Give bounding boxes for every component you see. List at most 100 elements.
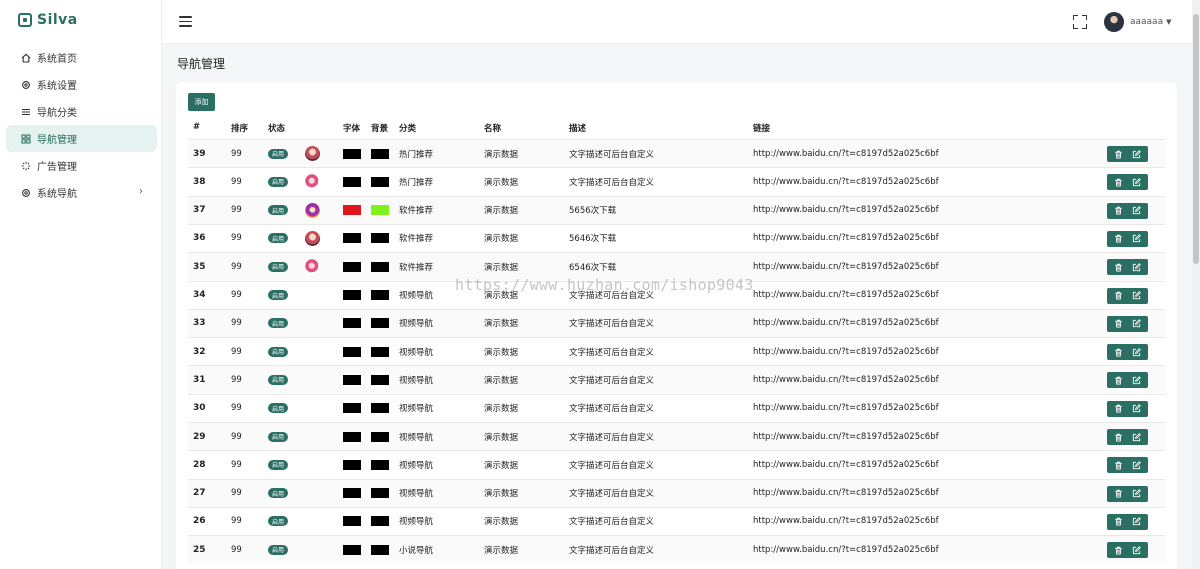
row-desc: 文字描述可后台自定义 <box>569 432 655 443</box>
row-actions <box>1107 287 1148 304</box>
edit-icon[interactable] <box>1129 515 1143 529</box>
user-menu[interactable]: aaaaaa ▼ <box>1104 12 1171 32</box>
edit-icon[interactable] <box>1129 373 1143 387</box>
edit-icon[interactable] <box>1129 543 1143 557</box>
item-icon <box>305 174 320 190</box>
edit-icon[interactable] <box>1129 402 1143 416</box>
row-link[interactable]: http://www.baidu.cn/?t=c8197d52a025c6bf <box>753 480 939 507</box>
bg-color-swatch <box>371 176 389 187</box>
row-link[interactable]: http://www.baidu.cn/?t=c8197d52a025c6bf <box>753 395 939 422</box>
delete-icon[interactable] <box>1112 232 1126 246</box>
status-badge[interactable]: 启用 <box>268 374 289 385</box>
row-actions <box>1107 174 1148 191</box>
row-link[interactable]: http://www.baidu.cn/?t=c8197d52a025c6bf <box>753 197 939 224</box>
status-badge[interactable]: 启用 <box>268 346 289 357</box>
sidebar-item-4[interactable]: 广告管理 <box>6 152 157 179</box>
edit-icon[interactable] <box>1129 430 1143 444</box>
edit-icon[interactable] <box>1129 204 1143 218</box>
sidebar-item-5[interactable]: 系统导航 › <box>6 179 157 206</box>
status-badge[interactable]: 启用 <box>268 516 289 527</box>
row-link[interactable]: http://www.baidu.cn/?t=c8197d52a025c6bf <box>753 140 939 167</box>
status-badge[interactable]: 启用 <box>268 261 289 272</box>
home-icon <box>20 52 31 63</box>
delete-icon[interactable] <box>1112 515 1126 529</box>
edit-icon[interactable] <box>1129 487 1143 501</box>
edit-icon[interactable] <box>1129 232 1143 246</box>
delete-icon[interactable] <box>1112 317 1126 331</box>
sidebar-item-1[interactable]: 系统设置 <box>6 71 157 98</box>
row-desc: 文字描述可后台自定义 <box>569 489 655 500</box>
row-actions <box>1107 429 1148 445</box>
edit-icon[interactable] <box>1129 289 1143 303</box>
status-badge[interactable]: 启用 <box>268 148 289 159</box>
fullscreen-icon[interactable] <box>1073 15 1087 29</box>
status-badge[interactable]: 启用 <box>268 431 289 442</box>
row-link[interactable]: http://www.baidu.cn/?t=c8197d52a025c6bf <box>753 253 939 280</box>
user-avatar <box>1104 12 1124 32</box>
add-button[interactable]: 添加 <box>188 93 215 111</box>
row-link[interactable]: http://www.baidu.cn/?t=c8197d52a025c6bf <box>753 168 939 195</box>
delete-icon[interactable] <box>1112 430 1126 444</box>
status-badge[interactable]: 启用 <box>268 403 289 414</box>
page-scrollbar[interactable] <box>1192 0 1200 569</box>
delete-icon[interactable] <box>1112 289 1126 303</box>
delete-icon[interactable] <box>1112 175 1126 189</box>
row-link[interactable]: http://www.baidu.cn/?t=c8197d52a025c6bf <box>753 451 939 478</box>
delete-icon[interactable] <box>1112 147 1126 161</box>
table-row: 25 99 启用 小说导航 演示数据 文字描述可后台自定义 http://www.baidu… <box>188 535 1165 564</box>
delete-icon[interactable] <box>1112 345 1126 359</box>
row-link[interactable]: http://www.baidu.cn/?t=c8197d52a025c6bf <box>753 338 939 365</box>
row-actions <box>1107 372 1148 389</box>
status-badge[interactable]: 启用 <box>268 233 289 244</box>
scrollbar-thumb[interactable] <box>1193 14 1199 264</box>
status-badge[interactable]: 启用 <box>268 488 289 499</box>
bg-color-swatch <box>371 374 389 385</box>
delete-icon[interactable] <box>1112 402 1126 416</box>
sidebar-item-3[interactable]: 导航管理 <box>6 125 157 152</box>
font-color-swatch <box>343 261 361 272</box>
row-sort: 99 <box>231 205 242 216</box>
delete-icon[interactable] <box>1112 543 1126 557</box>
sidebar-item-2[interactable]: 导航分类 <box>6 98 157 125</box>
edit-icon[interactable] <box>1129 317 1143 331</box>
row-category: 软件推荐 <box>399 234 434 245</box>
row-name: 演示数据 <box>484 177 519 188</box>
bg-color-swatch <box>371 261 389 272</box>
row-link[interactable]: http://www.baidu.cn/?t=c8197d52a025c6bf <box>753 423 939 450</box>
sidebar-item-0[interactable]: 系统首页 <box>6 44 157 71</box>
logo[interactable]: Silva <box>18 12 78 28</box>
row-actions <box>1107 344 1148 361</box>
menu-toggle-icon[interactable] <box>179 16 192 27</box>
edit-icon[interactable] <box>1129 175 1143 189</box>
row-link[interactable]: http://www.baidu.cn/?t=c8197d52a025c6bf <box>753 310 939 337</box>
row-actions <box>1107 315 1148 332</box>
delete-icon[interactable] <box>1112 260 1126 274</box>
status-badge[interactable]: 启用 <box>268 459 289 470</box>
delete-icon[interactable] <box>1112 204 1126 218</box>
edit-icon[interactable] <box>1129 147 1143 161</box>
col-font: 字体 <box>343 124 361 134</box>
row-category: 视频导航 <box>399 404 434 415</box>
table-row: 30 99 启用 视频导航 演示数据 文字描述可后台自定义 http://www.baidu… <box>188 393 1165 422</box>
status-badge[interactable]: 启用 <box>268 544 289 555</box>
status-badge[interactable]: 启用 <box>268 205 289 216</box>
edit-icon[interactable] <box>1129 260 1143 274</box>
sidebar: Silva 系统首页 系统设置 导航分类 导航管理 广告管理 系统导航 › <box>0 0 162 569</box>
status-badge[interactable]: 启用 <box>268 176 289 187</box>
row-link[interactable]: http://www.baidu.cn/?t=c8197d52a025c6bf <box>753 225 939 252</box>
status-badge[interactable]: 启用 <box>268 318 289 329</box>
sidebar-menu: 系统首页 系统设置 导航分类 导航管理 广告管理 系统导航 › <box>6 44 157 206</box>
row-link[interactable]: http://www.baidu.cn/?t=c8197d52a025c6bf <box>753 536 939 563</box>
status-badge[interactable]: 启用 <box>268 290 289 300</box>
delete-icon[interactable] <box>1112 458 1126 472</box>
row-link[interactable]: http://www.baidu.cn/?t=c8197d52a025c6bf <box>753 366 939 393</box>
row-sort: 99 <box>231 176 242 187</box>
edit-icon[interactable] <box>1129 345 1143 359</box>
table-row: 32 99 启用 视频导航 演示数据 文字描述可后台自定义 http://www.baidu… <box>188 337 1165 365</box>
edit-icon[interactable] <box>1129 458 1143 472</box>
delete-icon[interactable] <box>1112 487 1126 501</box>
delete-icon[interactable] <box>1112 373 1126 387</box>
row-name: 演示数据 <box>484 545 519 556</box>
row-link[interactable]: http://www.baidu.cn/?t=c8197d52a025c6bf <box>753 508 939 535</box>
row-link[interactable]: http://www.baidu.cn/?t=c8197d52a025c6bf <box>753 282 939 309</box>
